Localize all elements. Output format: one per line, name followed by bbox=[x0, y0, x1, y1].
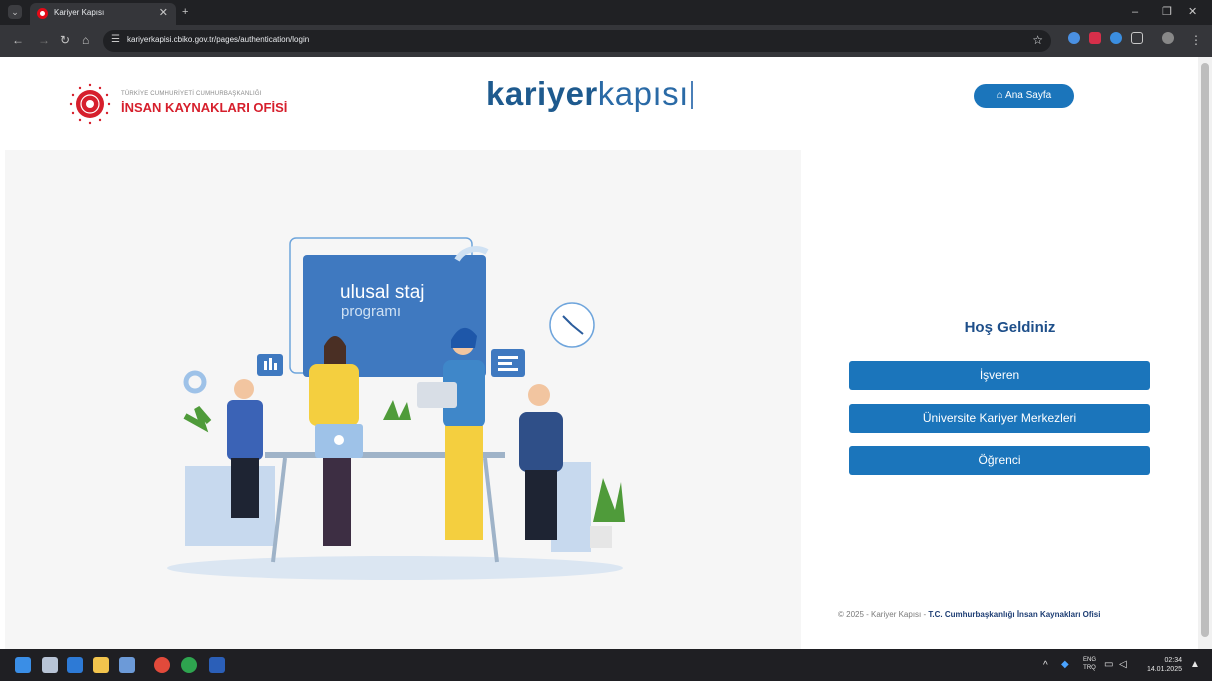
employer-button[interactable]: İşveren bbox=[849, 361, 1150, 390]
tray-chevron-icon[interactable]: ^ bbox=[1043, 660, 1048, 671]
welcome-heading: Hoş Geldiniz bbox=[964, 319, 1056, 336]
notification-bell-icon[interactable]: ▲ bbox=[1190, 659, 1200, 670]
address-bar[interactable]: ☰ kariyerkapisi.cbiko.gov.tr/pages/authe… bbox=[103, 30, 1051, 52]
web-page: TÜRKİYE CUMHURİYETİ CUMHURBAŞKANLIĞI İNS… bbox=[0, 57, 1198, 649]
org-subtitle: TÜRKİYE CUMHURİYETİ CUMHURBAŞKANLIĞI bbox=[121, 91, 262, 97]
app-icon-green[interactable] bbox=[181, 657, 197, 673]
back-icon[interactable]: ← bbox=[12, 33, 24, 47]
kariyer-kapisi-logo[interactable]: kariyerkapısı bbox=[486, 75, 693, 113]
clock[interactable]: 02:34 14.01.2025 bbox=[1142, 656, 1182, 674]
copyright-org-link[interactable]: T.C. Cumhurbaşkanlığı İnsan Kaynakları O… bbox=[928, 610, 1100, 619]
lang-top: ENG bbox=[1083, 657, 1097, 663]
network-icon[interactable]: ▭ bbox=[1104, 659, 1113, 670]
screen: ⌄ Kariyer Kapısı ✕ + – ❐ ✕ ← → ↻ ⌂ ☰ kar… bbox=[0, 0, 1212, 681]
copyright: © 2025 - Kariyer Kapısı - T.C. Cumhurbaş… bbox=[838, 610, 1100, 619]
tray-app-icon[interactable]: ◆ bbox=[1061, 659, 1069, 670]
home-icon[interactable]: ⌂ bbox=[82, 33, 89, 47]
close-window-button[interactable]: ✕ bbox=[1188, 5, 1197, 19]
university-career-centers-button[interactable]: Üniversite Kariyer Merkezleri bbox=[849, 404, 1150, 433]
tab-title: Kariyer Kapısı bbox=[54, 8, 105, 17]
minimize-button[interactable]: – bbox=[1132, 5, 1138, 19]
task-view-icon[interactable] bbox=[42, 657, 58, 673]
profile-avatar[interactable] bbox=[1162, 32, 1174, 44]
browser-tab-bar: ⌄ Kariyer Kapısı ✕ + – ❐ ✕ bbox=[0, 0, 1212, 25]
explorer-app-icon[interactable] bbox=[67, 657, 83, 673]
new-tab-button[interactable]: + bbox=[182, 5, 188, 19]
scrollbar-thumb[interactable] bbox=[1201, 63, 1209, 637]
extension-icon-1[interactable] bbox=[1068, 32, 1080, 44]
time: 02:34 bbox=[1164, 657, 1182, 664]
student-button[interactable]: Öğrenci bbox=[849, 446, 1150, 475]
forward-icon[interactable]: → bbox=[38, 33, 50, 47]
chrome-icon[interactable] bbox=[154, 657, 170, 673]
site-info-icon[interactable]: ☰ bbox=[111, 34, 120, 45]
browser-menu-icon[interactable]: ⋮ bbox=[1190, 33, 1202, 47]
ik-office-seal-logo bbox=[69, 83, 111, 125]
url-text: kariyerkapisi.cbiko.gov.tr/pages/authent… bbox=[127, 35, 310, 44]
tab-search-icon[interactable]: ⌄ bbox=[8, 5, 22, 19]
reload-icon[interactable]: ↻ bbox=[60, 33, 70, 47]
folder-icon[interactable] bbox=[93, 657, 109, 673]
brand-bold: kariyer bbox=[486, 75, 598, 112]
lang-bottom: TRQ bbox=[1083, 665, 1096, 671]
browser-toolbar: ← → ↻ ⌂ ☰ kariyerkapisi.cbiko.gov.tr/pag… bbox=[0, 25, 1212, 57]
language-indicator[interactable]: ENG TRQ bbox=[1083, 656, 1096, 672]
board-line1: ulusal staj bbox=[340, 282, 425, 303]
brand-bar bbox=[690, 81, 693, 109]
org-title: İNSAN KAYNAKLARI OFİSİ bbox=[121, 100, 288, 115]
tab-kariyer-kapisi[interactable]: Kariyer Kapısı ✕ bbox=[30, 3, 176, 25]
tab-close-icon[interactable]: ✕ bbox=[159, 6, 168, 19]
board-line2: programı bbox=[341, 303, 401, 320]
home-page-button[interactable]: ⌂ Ana Sayfa bbox=[974, 84, 1074, 108]
office-team-illustration: ulusal staj programı bbox=[167, 237, 625, 580]
page-scrollbar[interactable] bbox=[1198, 57, 1212, 649]
extension-icon-2[interactable] bbox=[1089, 32, 1101, 44]
store-icon[interactable] bbox=[119, 657, 135, 673]
extension-icon-3[interactable] bbox=[1110, 32, 1122, 44]
copyright-prefix: © 2025 - Kariyer Kapısı - bbox=[838, 610, 929, 619]
bookmark-star-icon[interactable]: ☆ bbox=[1032, 33, 1043, 47]
tab-favicon-icon bbox=[37, 8, 48, 19]
hero-illustration: ulusal staj programı bbox=[5, 150, 801, 649]
volume-icon[interactable]: ◁ bbox=[1119, 659, 1127, 670]
date: 14.01.2025 bbox=[1146, 666, 1182, 673]
extensions-puzzle-icon[interactable] bbox=[1131, 32, 1143, 44]
word-icon[interactable] bbox=[209, 657, 225, 673]
restore-button[interactable]: ❐ bbox=[1162, 5, 1172, 19]
windows-taskbar: ^ ◆ ENG TRQ ▭ ◁ 02:34 14.01.2025 ▲ bbox=[0, 649, 1212, 681]
start-menu-icon[interactable] bbox=[15, 657, 31, 673]
brand-thin: kapısı bbox=[597, 75, 689, 112]
